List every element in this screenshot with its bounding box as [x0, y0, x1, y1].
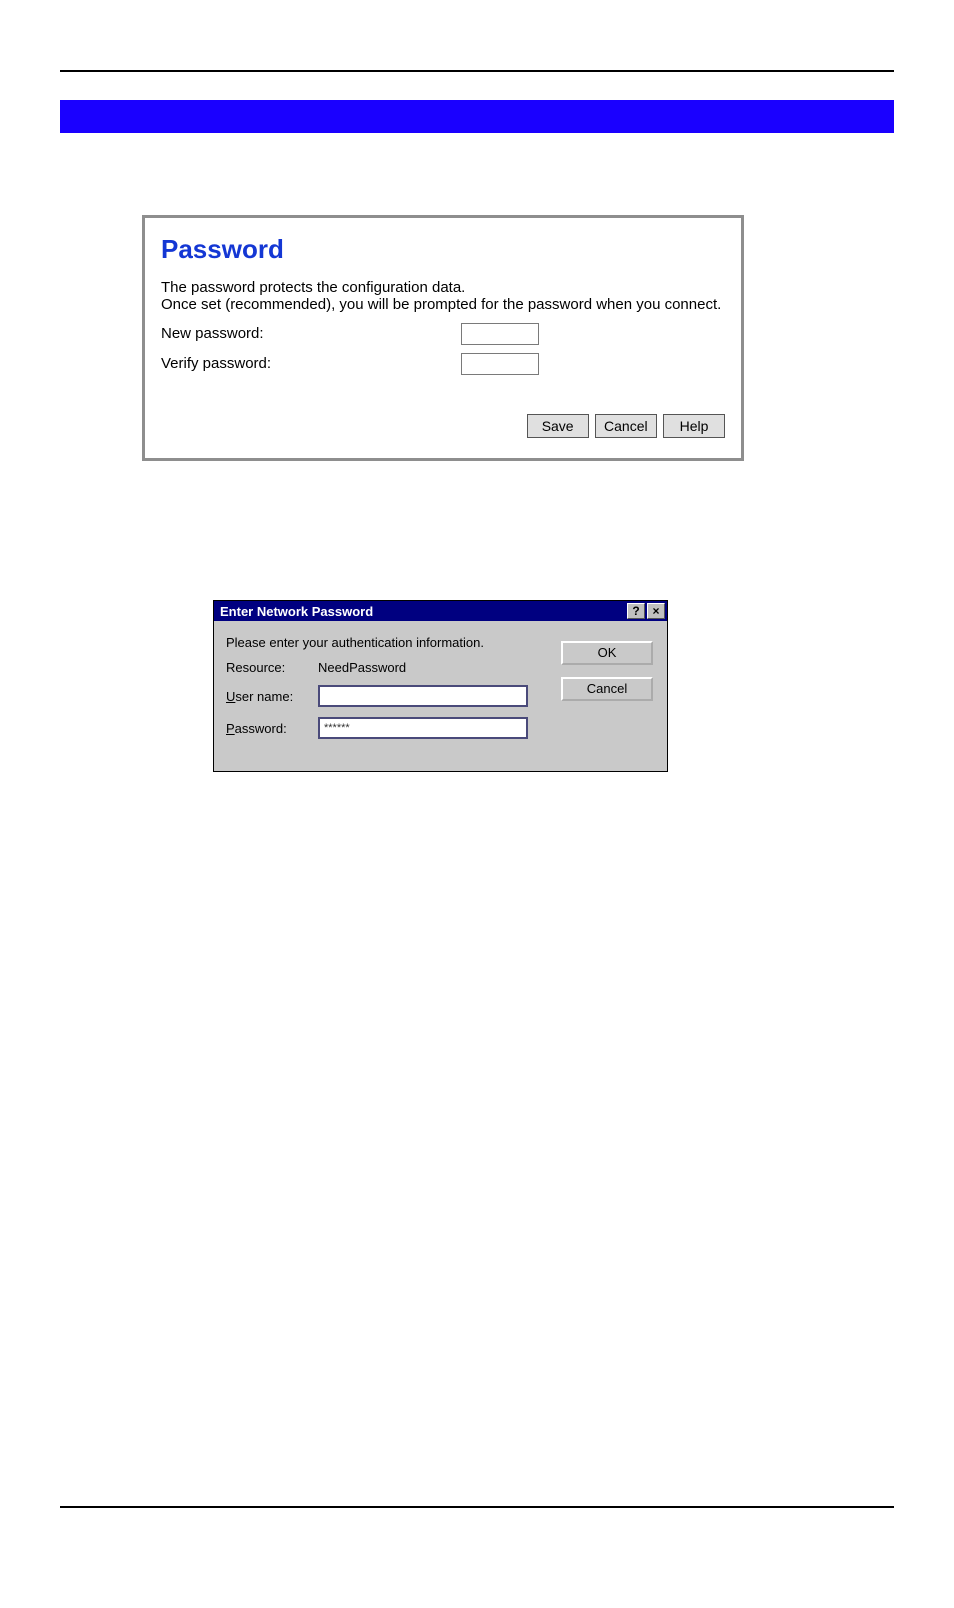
- password-accesskey: P: [226, 721, 235, 736]
- new-password-label: New password:: [161, 325, 461, 342]
- username-input[interactable]: [318, 685, 528, 707]
- help-button[interactable]: Help: [663, 414, 725, 438]
- resource-value: NeedPassword: [318, 660, 406, 675]
- new-password-row: New password:: [161, 320, 725, 348]
- panel-description: The password protects the configuration …: [161, 279, 725, 314]
- new-password-input[interactable]: [461, 323, 539, 345]
- close-icon[interactable]: ×: [647, 603, 665, 619]
- dialog-titlebar: Enter Network Password ? ×: [214, 601, 667, 621]
- save-button[interactable]: Save: [527, 414, 589, 438]
- cancel-button[interactable]: Cancel: [595, 414, 657, 438]
- panel-button-row: Save Cancel Help: [161, 414, 725, 438]
- resource-label: Resource:: [226, 660, 318, 675]
- password-row: Password: ******: [226, 717, 655, 739]
- password-config-panel: Password The password protects the confi…: [142, 215, 744, 461]
- password-input[interactable]: ******: [318, 717, 528, 739]
- verify-password-label: Verify password:: [161, 355, 461, 372]
- dialog-title: Enter Network Password: [220, 604, 373, 619]
- bottom-horizontal-rule: [60, 1506, 894, 1508]
- top-horizontal-rule: [60, 70, 894, 72]
- ok-button[interactable]: OK: [561, 641, 653, 665]
- dialog-cancel-button[interactable]: Cancel: [561, 677, 653, 701]
- panel-title: Password: [161, 234, 725, 265]
- panel-desc-line1: The password protects the configuration …: [161, 279, 465, 296]
- document-blue-bar: [60, 100, 894, 133]
- verify-password-row: Verify password:: [161, 350, 725, 378]
- username-label: User name:: [226, 689, 318, 704]
- verify-password-input[interactable]: [461, 353, 539, 375]
- dialog-body: Please enter your authentication informa…: [214, 621, 667, 771]
- username-accesskey: U: [226, 689, 235, 704]
- panel-desc-line2: Once set (recommended), you will be prom…: [161, 296, 721, 313]
- enter-network-password-dialog: Enter Network Password ? × Please enter …: [213, 600, 668, 772]
- titlebar-help-icon[interactable]: ?: [627, 603, 645, 619]
- password-label: Password:: [226, 721, 318, 736]
